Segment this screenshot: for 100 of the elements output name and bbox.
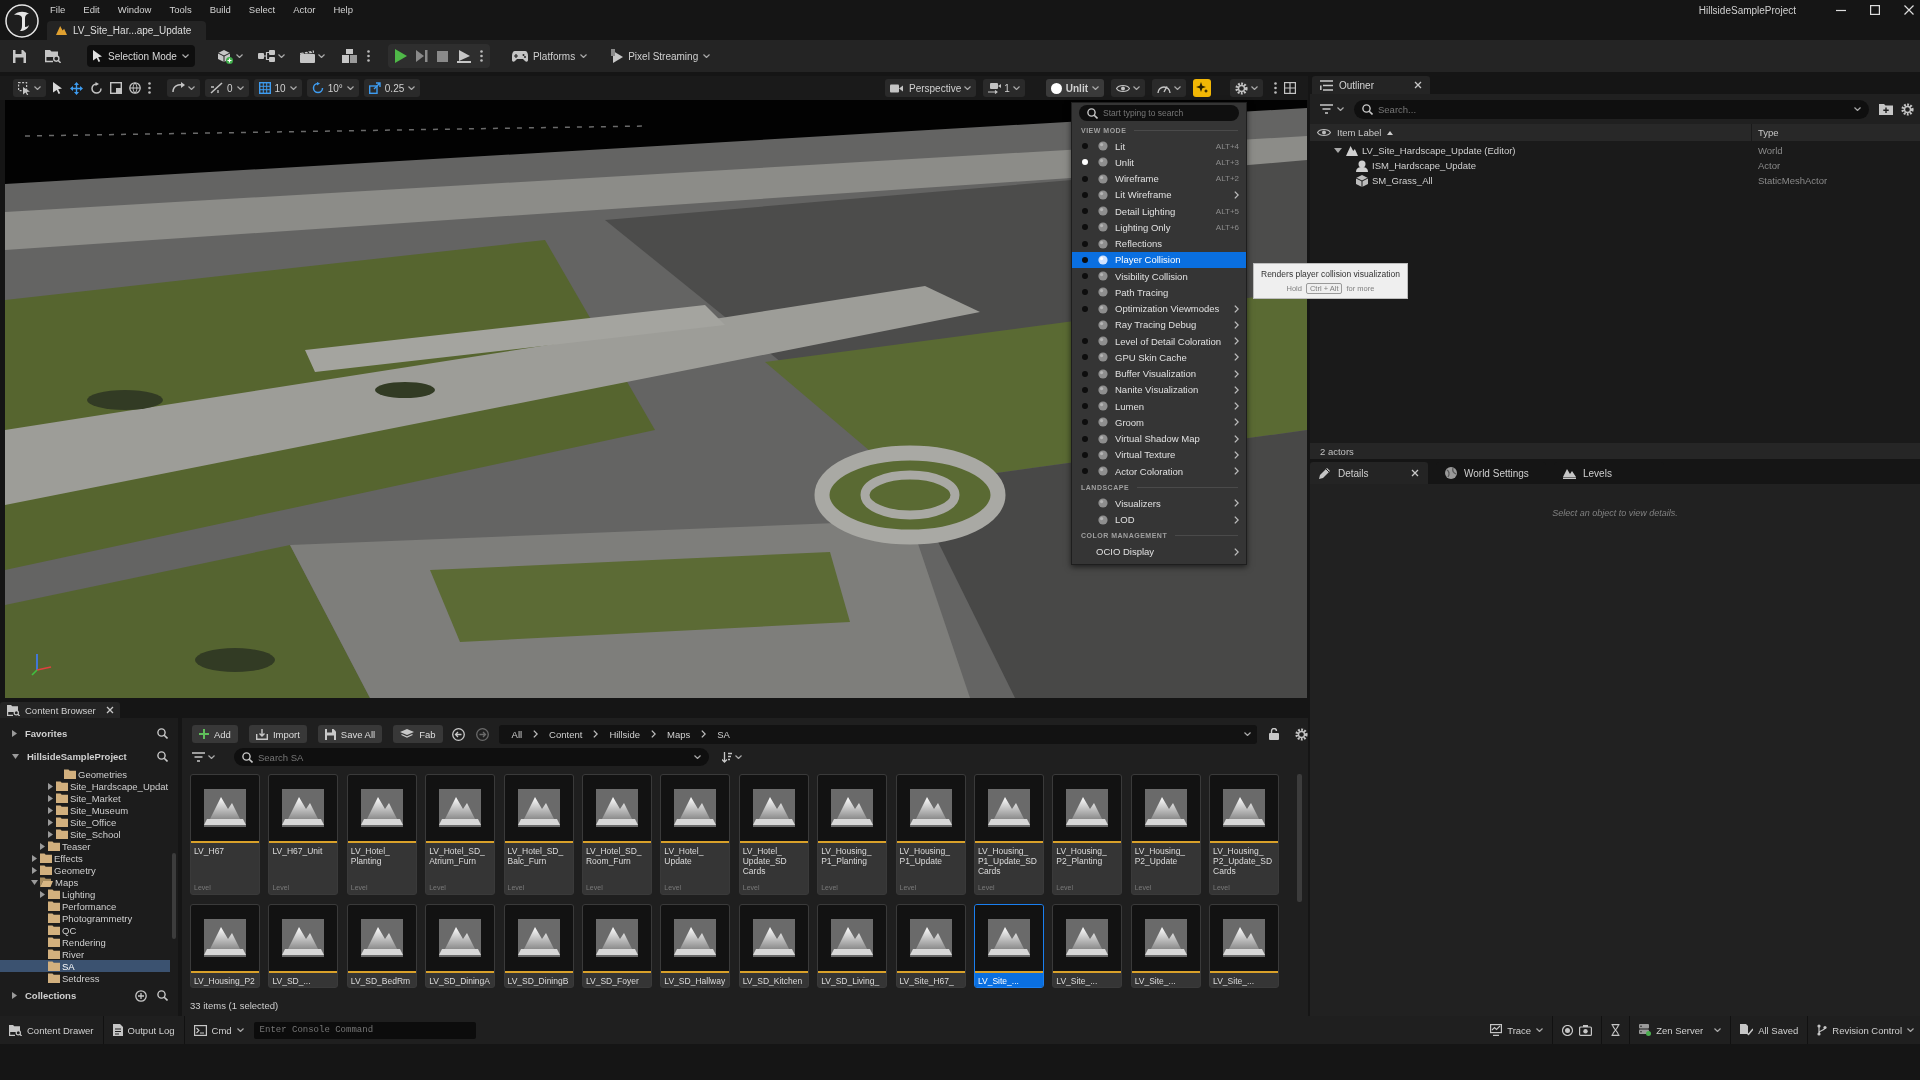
settings-icon[interactable] (1295, 727, 1308, 741)
caret-icon[interactable] (1854, 107, 1861, 111)
content-drawer-button[interactable]: Content Drawer (9, 1020, 94, 1040)
toolbar-button[interactable]: Add (192, 725, 238, 743)
folder-item[interactable]: QC (0, 924, 170, 936)
filter-icon[interactable] (192, 752, 205, 762)
menu-item[interactable]: Virtual Texture (1072, 446, 1246, 463)
settings-dropdown[interactable] (1230, 79, 1263, 97)
forward-icon[interactable] (475, 727, 489, 741)
menu-item[interactable]: Nanite Visualization (1072, 381, 1246, 398)
asset-tile[interactable]: LV_SD_Foyer (581, 904, 652, 988)
more-options-icon[interactable] (148, 82, 151, 94)
step-icon[interactable] (415, 50, 428, 62)
expanded-arrow-icon[interactable] (1334, 148, 1342, 153)
collapsed-arrow-icon[interactable] (31, 866, 37, 874)
panel-tab[interactable]: Details (1310, 462, 1428, 484)
folder-item[interactable]: Photogrammetry (0, 912, 170, 924)
menu-item[interactable]: Ray Tracing Debug (1072, 316, 1246, 333)
search-field[interactable]: Search SA (234, 748, 709, 766)
breadcrumb-item[interactable]: All (511, 728, 523, 740)
asset-tile[interactable]: LV_SD_... (268, 904, 339, 988)
menu-item[interactable]: Actor (293, 3, 316, 15)
collections-header[interactable]: Collections (12, 990, 135, 1001)
layout-icon[interactable] (1284, 82, 1296, 94)
caret-icon[interactable] (694, 755, 701, 759)
add-circle-icon[interactable] (135, 989, 147, 1002)
toolbar-button[interactable]: Save All (317, 725, 383, 743)
document-tab[interactable]: LV_Site_Har...ape_Update (47, 21, 206, 40)
item-label[interactable]: LV_Site_Hardscape_Update (Editor) (1362, 145, 1516, 156)
asset-tile[interactable]: LV_SD_Living_ (817, 904, 888, 988)
menu-item[interactable]: Path Tracing (1072, 284, 1246, 301)
menu-search-field[interactable]: Start typing to search (1079, 105, 1239, 121)
globe-icon[interactable] (129, 82, 141, 94)
folder-item[interactable]: Site_Office (0, 816, 170, 828)
close-icon[interactable] (1411, 469, 1419, 477)
snap-dropdown[interactable]: 10 (253, 79, 302, 97)
folder-item[interactable]: Teaser (0, 840, 170, 852)
asset-tile[interactable]: LV_Site_... (973, 904, 1044, 988)
search-icon[interactable] (157, 728, 168, 739)
menu-item[interactable]: Tools (169, 3, 192, 15)
menu-item[interactable]: Help (333, 3, 353, 15)
folder-item[interactable]: Geometry (0, 864, 170, 876)
cursor-icon[interactable] (53, 82, 63, 94)
panel-tab[interactable]: Content Browser (0, 702, 120, 718)
more-options-icon[interactable] (479, 50, 483, 62)
asset-tile[interactable]: LV_SD_Hallway (660, 904, 731, 988)
back-icon[interactable] (451, 727, 465, 741)
column-header[interactable]: Type (1752, 127, 1779, 138)
sort-icon[interactable] (722, 751, 732, 763)
asset-tile[interactable]: LV_Site_... (1209, 904, 1280, 988)
caret-icon[interactable] (208, 755, 215, 759)
snap-dropdown[interactable]: 0.25 (363, 79, 421, 97)
column-header[interactable]: Item Label (1337, 127, 1382, 138)
collapsed-arrow-icon[interactable] (39, 842, 45, 850)
menu-item[interactable]: Unlit ALT+3 (1072, 154, 1246, 171)
search-field[interactable]: Search... (1354, 99, 1869, 119)
hourglass-icon[interactable] (1611, 1024, 1621, 1036)
asset-tile[interactable]: LV_SD_DiningB (503, 904, 574, 988)
projection-dropdown[interactable]: Perspective (884, 79, 977, 97)
menu-item[interactable]: Visualizers (1072, 495, 1246, 512)
caret-icon[interactable] (735, 755, 742, 759)
clapperboard-icon[interactable] (299, 49, 315, 63)
menu-item[interactable]: OCIO Display (1072, 543, 1246, 560)
folder-search-icon[interactable] (45, 49, 61, 63)
close-icon[interactable] (105, 706, 114, 714)
folder-item[interactable]: River (0, 948, 170, 960)
asset-tile[interactable]: LV_Housing_P2 (190, 904, 260, 988)
asset-tile[interactable]: LV_SD_BedRm (346, 904, 417, 988)
snapping-dropdown[interactable] (167, 79, 200, 97)
zen-server-dropdown[interactable]: Zen Server (1639, 1020, 1722, 1040)
menu-item[interactable]: File (50, 3, 66, 15)
camera-icon[interactable] (1579, 1024, 1593, 1036)
menu-item[interactable]: Buffer Visualization (1072, 365, 1246, 382)
rotate-icon[interactable] (90, 81, 103, 95)
view-mode-dropdown[interactable]: Unlit (1045, 79, 1104, 97)
caret-icon[interactable] (235, 54, 243, 58)
menu-item[interactable]: Edit (83, 3, 100, 15)
menu-item[interactable]: Lighting Only ALT+6 (1072, 219, 1246, 236)
breadcrumb-item[interactable]: Content (549, 728, 583, 740)
node-graph-icon[interactable] (257, 50, 275, 62)
folder-item[interactable]: Site_Market (0, 792, 170, 804)
caret-icon[interactable] (277, 54, 285, 58)
breadcrumb-bar[interactable]: All Content Hillside Maps SA (498, 724, 1257, 744)
search-icon[interactable] (157, 990, 168, 1001)
asset-tile[interactable]: LV_SD_DiningA (425, 904, 496, 988)
caret-icon[interactable] (1244, 732, 1251, 736)
menu-item[interactable]: LOD (1072, 511, 1246, 528)
menu-item[interactable]: Lit ALT+4 (1072, 138, 1246, 155)
favorites-header[interactable]: Favorites (12, 728, 157, 739)
expanded-arrow-icon[interactable] (30, 879, 38, 885)
collapsed-arrow-icon[interactable] (39, 890, 45, 898)
collapsed-arrow-icon[interactable] (47, 782, 53, 790)
menu-item[interactable]: Level of Detail Coloration (1072, 333, 1246, 350)
folder-item[interactable]: Setdress (0, 972, 170, 984)
close-icon[interactable] (1414, 81, 1422, 89)
build-blocks-icon[interactable] (341, 49, 357, 63)
camera-speed-dropdown[interactable]: 1 (983, 79, 1025, 97)
collapsed-arrow-icon[interactable] (47, 794, 53, 802)
project-header[interactable]: HillsideSampleProject (12, 751, 157, 762)
save-state-button[interactable]: All Saved (1740, 1020, 1799, 1040)
